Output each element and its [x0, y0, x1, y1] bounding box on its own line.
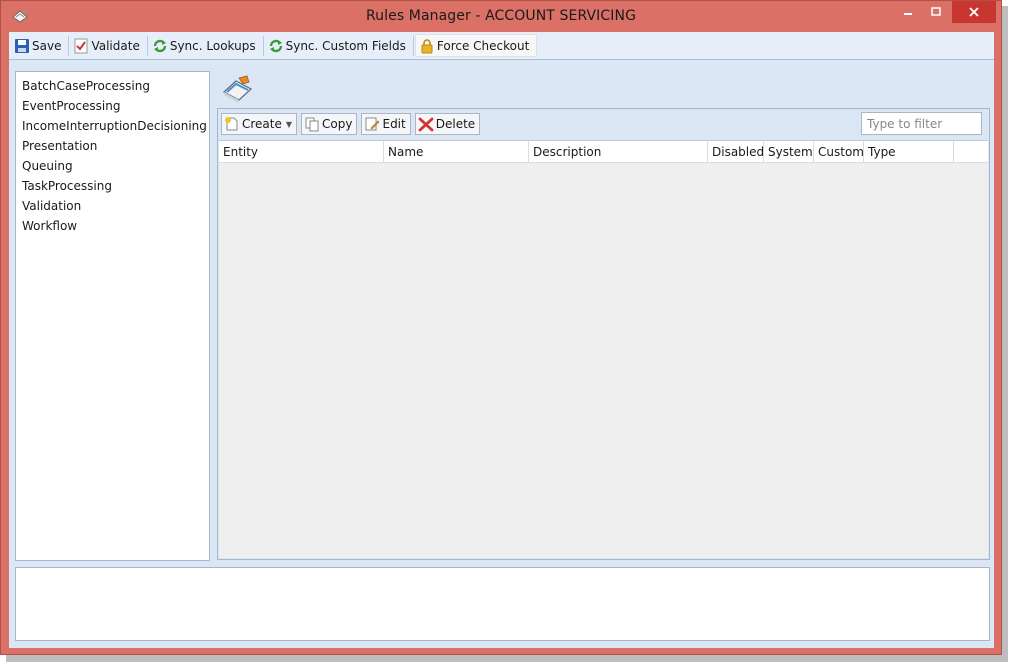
category-item[interactable]: BatchCaseProcessing	[22, 76, 209, 96]
create-label: Create	[242, 117, 282, 131]
toolbar-separator	[146, 35, 148, 56]
grid-toolbar: Create ▼ Copy Edit Delete	[221, 113, 484, 135]
edit-button[interactable]: Edit	[361, 113, 411, 135]
copy-button[interactable]: Copy	[301, 113, 358, 135]
rules-table: Entity Name Description Disabled System …	[219, 140, 988, 558]
sync-icon	[152, 38, 168, 54]
sync-custom-fields-label: Sync. Custom Fields	[285, 38, 406, 53]
category-list: BatchCaseProcessing EventProcessing Inco…	[15, 71, 210, 561]
sync-lookups-label: Sync. Lookups	[169, 38, 256, 53]
main-window: Rules Manager - ACCOUNT SERVICING Save V…	[0, 0, 1002, 655]
close-button[interactable]	[952, 1, 996, 23]
copy-label: Copy	[322, 117, 353, 131]
column-header-system[interactable]: System	[764, 141, 814, 163]
minimize-button[interactable]	[894, 1, 922, 23]
sync-icon	[268, 38, 284, 54]
category-item[interactable]: TaskProcessing	[22, 176, 209, 196]
floppy-disk-icon	[14, 38, 30, 54]
toolbar-separator	[412, 35, 414, 56]
edit-label: Edit	[382, 117, 406, 131]
rules-eraser-icon	[221, 75, 255, 105]
column-header-custom[interactable]: Custom	[814, 141, 864, 163]
category-item[interactable]: IncomeInterruptionDecisioning	[22, 116, 209, 136]
create-button[interactable]: Create ▼	[221, 113, 298, 135]
details-panel	[15, 567, 990, 641]
lock-icon	[419, 38, 435, 54]
toolbar-separator	[262, 35, 264, 56]
maximize-button[interactable]	[922, 1, 950, 23]
column-header-type[interactable]: Type	[864, 141, 954, 163]
force-checkout-label: Force Checkout	[436, 38, 530, 53]
column-header-name[interactable]: Name	[384, 141, 529, 163]
category-item[interactable]: Validation	[22, 196, 209, 216]
category-item[interactable]: Workflow	[22, 216, 209, 236]
category-item[interactable]: Queuing	[22, 156, 209, 176]
table-header: Entity Name Description Disabled System …	[219, 141, 988, 163]
rules-grid-panel: Create ▼ Copy Edit Delete Type to filter…	[217, 108, 990, 560]
close-icon	[969, 7, 979, 17]
dropdown-arrow-icon: ▼	[285, 119, 293, 129]
validate-check-icon	[73, 38, 89, 54]
client-area: Save Validate Sync. Lookups Sync. Custom…	[9, 32, 994, 648]
save-button[interactable]: Save	[11, 34, 67, 57]
toolbar-separator	[68, 35, 70, 56]
title-bar[interactable]: Rules Manager - ACCOUNT SERVICING	[1, 1, 1001, 32]
new-document-icon	[224, 116, 240, 132]
validate-button[interactable]: Validate	[70, 34, 145, 57]
maximize-icon	[931, 7, 941, 16]
category-item[interactable]: Presentation	[22, 136, 209, 156]
validate-label: Validate	[91, 38, 140, 53]
delete-button[interactable]: Delete	[414, 113, 481, 135]
sync-custom-fields-button[interactable]: Sync. Custom Fields	[265, 34, 412, 57]
edit-pencil-icon	[364, 116, 380, 132]
minimize-icon	[904, 13, 912, 15]
filter-input[interactable]	[861, 112, 982, 135]
category-item[interactable]: EventProcessing	[22, 96, 209, 116]
sync-lookups-button[interactable]: Sync. Lookups	[149, 34, 262, 57]
delete-x-icon	[418, 116, 434, 132]
column-header-description[interactable]: Description	[529, 141, 708, 163]
main-toolbar: Save Validate Sync. Lookups Sync. Custom…	[9, 32, 994, 60]
copy-icon	[304, 116, 320, 132]
column-header-entity[interactable]: Entity	[219, 141, 384, 163]
delete-label: Delete	[435, 117, 476, 131]
column-header-filler	[954, 141, 988, 163]
column-header-disabled[interactable]: Disabled	[708, 141, 764, 163]
force-checkout-button[interactable]: Force Checkout	[414, 34, 538, 57]
window-title: Rules Manager - ACCOUNT SERVICING	[365, 8, 637, 24]
save-label: Save	[32, 38, 62, 53]
